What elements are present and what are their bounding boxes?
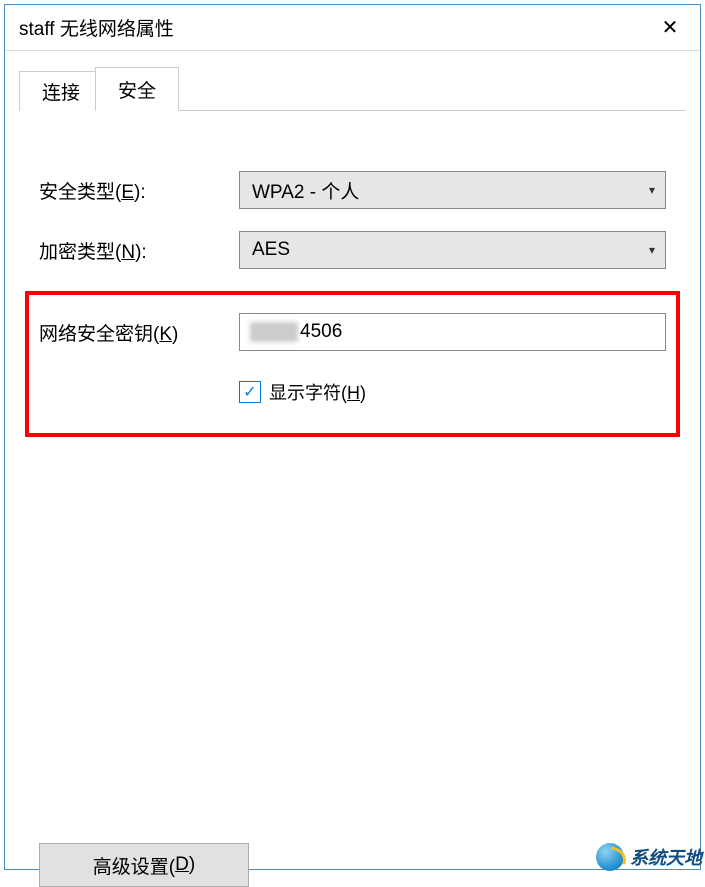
watermark: 系统天地 [596, 843, 702, 871]
row-security-type: 安全类型(E): WPA2 - 个人 ▾ [39, 171, 666, 209]
label-security-type: 安全类型(E): [39, 177, 239, 204]
input-network-key[interactable]: 4506 [239, 313, 666, 351]
tab-connection[interactable]: 连接 [19, 71, 103, 111]
network-key-visible: 4506 [300, 321, 342, 343]
row-show-characters: ✓ 显示字符(H) [239, 379, 666, 405]
obscured-prefix [250, 322, 298, 342]
security-panel: 安全类型(E): WPA2 - 个人 ▾ 加密类型(N): AES ▾ 网络安全… [5, 111, 700, 437]
label-show-characters: 显示字符(H) [269, 379, 366, 405]
check-icon: ✓ [243, 382, 256, 402]
select-encryption-type-value: AES [252, 239, 290, 261]
row-network-key: 网络安全密钥(K) 4506 [39, 313, 666, 351]
close-button[interactable]: ✕ [650, 12, 690, 44]
tabstrip: 连接 安全 [19, 67, 686, 111]
select-encryption-type[interactable]: AES ▾ [239, 231, 666, 269]
globe-icon [596, 843, 624, 871]
advanced-settings-button[interactable]: 高级设置(D) [39, 843, 249, 887]
watermark-text: 系统天地 [630, 844, 702, 870]
select-security-type[interactable]: WPA2 - 个人 ▾ [239, 171, 666, 209]
select-security-type-value: WPA2 - 个人 [252, 177, 359, 204]
tab-security[interactable]: 安全 [95, 67, 179, 111]
label-network-key: 网络安全密钥(K) [39, 319, 239, 346]
checkbox-show-characters[interactable]: ✓ [239, 381, 261, 403]
close-icon: ✕ [662, 15, 679, 40]
wireless-properties-window: staff 无线网络属性 ✕ 连接 安全 安全类型(E): WPA2 - 个人 … [4, 4, 701, 870]
row-encryption-type: 加密类型(N): AES ▾ [39, 231, 666, 269]
chevron-down-icon: ▾ [649, 243, 655, 257]
label-encryption-type: 加密类型(N): [39, 237, 239, 264]
titlebar: staff 无线网络属性 ✕ [5, 5, 700, 51]
chevron-down-icon: ▾ [649, 183, 655, 197]
highlight-box: 网络安全密钥(K) 4506 ✓ 显示字符(H) [25, 291, 680, 437]
window-title: staff 无线网络属性 [19, 14, 174, 41]
